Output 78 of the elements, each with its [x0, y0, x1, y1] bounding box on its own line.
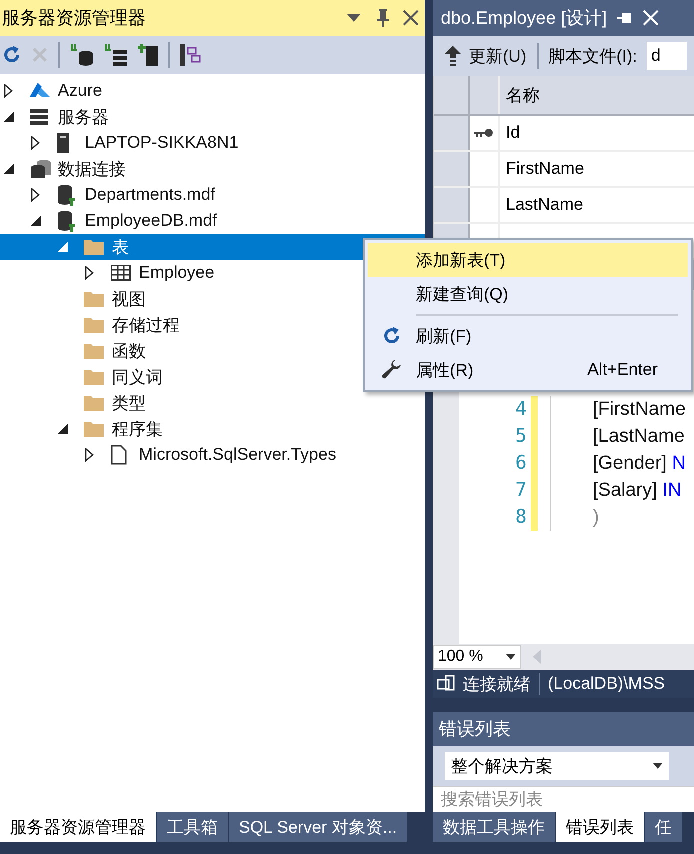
table-icon — [111, 265, 131, 281]
status-text: 连接就绪 — [463, 674, 531, 696]
code-line: [FirstName — [593, 398, 686, 422]
folder-icon — [84, 395, 104, 411]
grid-row[interactable]: Id — [434, 116, 694, 152]
tree-item[interactable]: EmployeeDB.mdf — [0, 208, 425, 234]
folder-icon — [84, 421, 104, 437]
server-name: (LocalDB)\MSS — [548, 674, 666, 694]
panel-tab[interactable]: 数据工具操作 — [433, 812, 555, 842]
azure-icon — [30, 83, 50, 99]
script-file-label: 脚本文件(I): — [548, 46, 638, 68]
caret-icon — [653, 763, 663, 769]
code-line: ) — [593, 506, 600, 530]
tree-item[interactable]: 类型 — [0, 390, 425, 416]
code-line: [LastName — [593, 425, 686, 449]
menu-item[interactable]: 属性(R) Alt+Enter — [368, 353, 688, 387]
code-line: [Gender] N — [593, 452, 686, 476]
script-file-field[interactable]: d — [647, 42, 688, 70]
panel-tab[interactable]: SQL Server 对象资... — [229, 812, 408, 842]
upload-arrow-icon — [445, 46, 461, 66]
table-cell-text: LastName — [505, 194, 584, 216]
folder-icon — [84, 317, 104, 333]
wrench-icon — [382, 360, 402, 380]
menu-item[interactable]: 添加新表(T) — [368, 243, 688, 277]
dropdown-caret-icon — [347, 14, 361, 22]
folder-icon — [84, 343, 104, 359]
tree-item[interactable]: Microsoft.SqlServer.Types — [0, 442, 425, 468]
tree-item[interactable]: 数据连接 — [0, 156, 425, 182]
panel-title: 服务器资源管理器 — [2, 7, 147, 30]
server-stack-icon — [30, 109, 48, 125]
grid-row[interactable]: LastName — [434, 188, 694, 224]
column-header: 名称 — [505, 84, 541, 106]
tree-item[interactable]: Azure — [0, 78, 425, 104]
scroll-left-icon — [533, 650, 541, 664]
database-icon — [57, 210, 75, 232]
folder-icon — [84, 239, 104, 255]
close-icon — [643, 10, 660, 26]
code-line: [Salary] IN — [593, 479, 683, 503]
line-number: 7 — [516, 478, 527, 503]
line-number: 8 — [516, 505, 527, 530]
line-number: 4 — [516, 397, 527, 422]
panel-tab[interactable]: 工具箱 — [157, 812, 228, 842]
search-field[interactable]: 搜索错误列表 — [433, 786, 694, 812]
refresh-icon — [382, 326, 402, 346]
tree-item[interactable]: 服务器 — [0, 104, 425, 130]
menu-item[interactable]: 刷新(F) — [368, 319, 688, 353]
table-cell-text: FirstName — [505, 158, 586, 180]
panel-tab[interactable]: 错误列表 — [556, 812, 644, 842]
update-button[interactable]: 更新(U) — [445, 44, 527, 68]
pin-icon — [617, 12, 634, 24]
connection-icon — [437, 675, 455, 693]
close-icon — [403, 10, 419, 26]
pin-icon — [377, 9, 389, 27]
database-icon — [57, 184, 75, 206]
diagram-icon[interactable] — [180, 44, 202, 66]
refresh-icon[interactable] — [2, 45, 22, 65]
zoom-dropdown[interactable]: 100 % — [433, 645, 521, 669]
scope-dropdown[interactable]: 整个解决方案 — [445, 752, 669, 780]
server-icon — [57, 133, 69, 153]
tree-item[interactable]: LAPTOP-SIKKA8N1 — [0, 130, 425, 156]
connect-database-icon[interactable] — [70, 44, 94, 66]
panel-tab[interactable]: 服务器资源管理器 — [0, 812, 156, 842]
folder-icon — [84, 369, 104, 385]
tree-item[interactable]: Departments.mdf — [0, 182, 425, 208]
document-icon — [111, 445, 127, 465]
folder-icon — [84, 291, 104, 307]
connect-server-icon[interactable] — [104, 44, 128, 66]
line-number: 6 — [516, 451, 527, 476]
tree-item[interactable]: 程序集 — [0, 416, 425, 442]
database-connection-icon — [30, 159, 52, 179]
grid-row[interactable]: FirstName — [434, 152, 694, 188]
panel-title: 错误列表 — [433, 712, 694, 746]
menu-item[interactable]: 新建查询(Q) — [368, 277, 688, 311]
caret-icon — [506, 654, 516, 660]
panel-tab[interactable]: 任 — [645, 812, 682, 842]
line-number: 5 — [516, 424, 527, 449]
add-server-icon[interactable] — [138, 44, 158, 66]
table-cell-text: Id — [505, 122, 522, 144]
